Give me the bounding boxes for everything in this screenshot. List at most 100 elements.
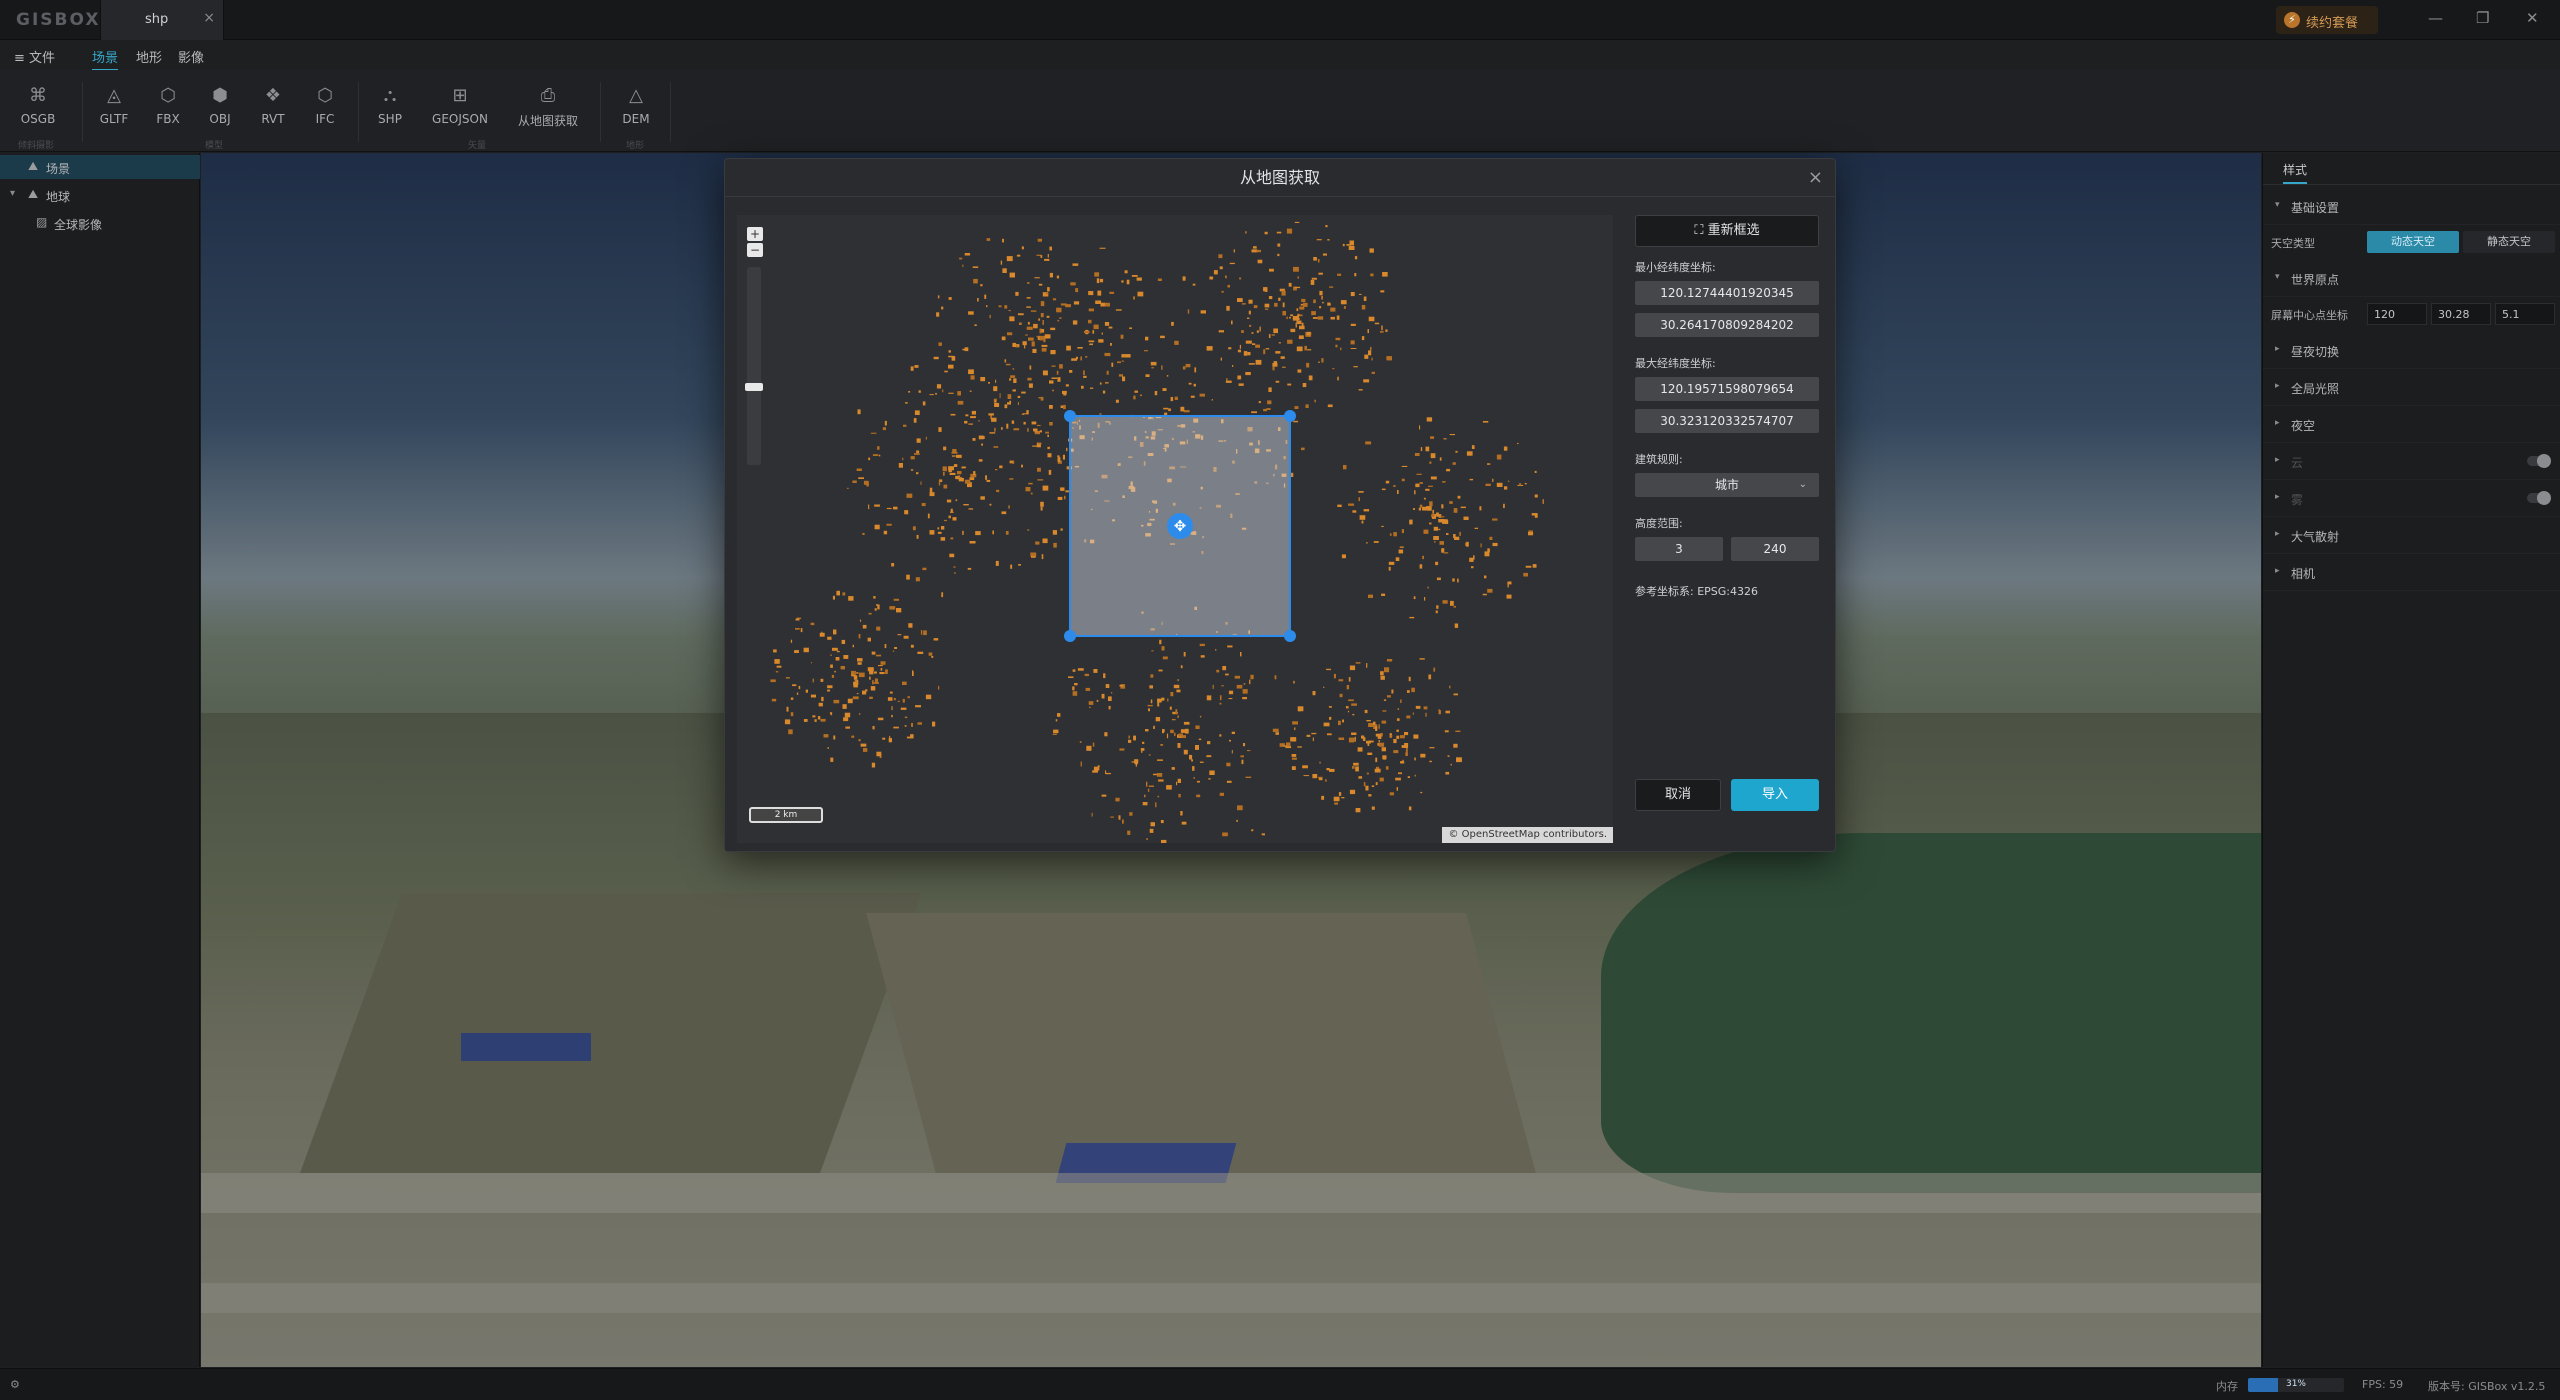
section-day-night[interactable]: ▸ 昼夜切换 bbox=[2263, 333, 2560, 369]
center-height-input[interactable]: 5.1 bbox=[2495, 303, 2555, 325]
building-footprint bbox=[1222, 832, 1228, 837]
tool-rvt[interactable]: ❖ RVT bbox=[243, 84, 303, 126]
building-footprint bbox=[1429, 461, 1432, 464]
building-footprint bbox=[879, 672, 885, 675]
section-title: 全局光照 bbox=[2291, 382, 2340, 396]
section-global-light[interactable]: ▸ 全局光照 bbox=[2263, 370, 2560, 406]
obj-icon: ⬢ bbox=[212, 85, 228, 106]
sky-dynamic-button[interactable]: 动态天空 bbox=[2367, 231, 2459, 253]
document-tab[interactable]: shp × bbox=[100, 0, 224, 40]
menu-imagery[interactable]: 影像 bbox=[178, 47, 204, 66]
height-min-field[interactable]: 3 bbox=[1635, 537, 1723, 561]
sky-static-button[interactable]: 静态天空 bbox=[2463, 231, 2555, 253]
settings-icon[interactable]: ⚙ bbox=[10, 1378, 20, 1391]
building-footprint bbox=[1101, 332, 1103, 335]
section-cloud[interactable]: ▸ 云 bbox=[2263, 444, 2560, 480]
chevron-down-icon: ▾ bbox=[2275, 272, 2280, 282]
section-atmosphere[interactable]: ▸ 大气散射 bbox=[2263, 518, 2560, 554]
building-footprint bbox=[1177, 679, 1179, 682]
section-camera[interactable]: ▸ 相机 bbox=[2263, 555, 2560, 591]
selection-box[interactable]: ✥ bbox=[1064, 410, 1296, 642]
fog-toggle[interactable] bbox=[2527, 491, 2551, 505]
building-footprint bbox=[1236, 819, 1238, 822]
tool-gltf[interactable]: ◬ GLTF bbox=[84, 84, 144, 126]
min-lon-field[interactable]: 120.12744401920345 bbox=[1635, 281, 1819, 305]
resize-handle-ne[interactable] bbox=[1284, 410, 1296, 422]
building-footprint bbox=[786, 706, 789, 712]
minimize-icon[interactable]: — bbox=[2428, 9, 2443, 27]
tree-item-earth[interactable]: ▾ ⛰ 地球 bbox=[0, 183, 200, 207]
restore-icon[interactable]: ❐ bbox=[2476, 9, 2489, 27]
cloud-toggle[interactable] bbox=[2527, 454, 2551, 468]
window-close-icon[interactable]: ✕ bbox=[2526, 9, 2539, 27]
building-footprint bbox=[1206, 346, 1213, 351]
building-footprint bbox=[1298, 335, 1304, 339]
building-rule-select[interactable]: 城市 ⌄ bbox=[1635, 473, 1819, 497]
resize-handle-se[interactable] bbox=[1284, 630, 1296, 642]
max-lat-field[interactable]: 30.323120332574707 bbox=[1635, 409, 1819, 433]
map-view[interactable]: + − ✥ 2 km © OpenStreetMap contributors. bbox=[737, 215, 1613, 843]
style-tab[interactable]: 样式 bbox=[2263, 153, 2560, 185]
reselect-button[interactable]: ⛶ 重新框选 bbox=[1635, 215, 1819, 247]
center-lat-input[interactable]: 30.28 bbox=[2431, 303, 2491, 325]
menu-scene[interactable]: 场景 bbox=[92, 47, 119, 71]
move-icon[interactable]: ✥ bbox=[1167, 513, 1193, 539]
building-footprint bbox=[1503, 503, 1505, 509]
tool-fbx[interactable]: ⬡ FBX bbox=[138, 84, 198, 126]
tool-ifc[interactable]: ⬡ IFC bbox=[295, 84, 355, 126]
section-night-sky[interactable]: ▸ 夜空 bbox=[2263, 407, 2560, 443]
tool-osgb[interactable]: ⌘ OSGB bbox=[8, 84, 68, 126]
import-button[interactable]: 导入 bbox=[1731, 779, 1819, 811]
building-footprint bbox=[1343, 306, 1346, 309]
zoom-out-button[interactable]: − bbox=[747, 243, 763, 257]
resize-handle-sw[interactable] bbox=[1064, 630, 1076, 642]
resize-handle-nw[interactable] bbox=[1064, 410, 1076, 422]
menu-file[interactable]: ≡ 文件 bbox=[14, 47, 55, 66]
building-footprint bbox=[1072, 263, 1079, 266]
building-footprint bbox=[1131, 761, 1137, 763]
tool-obj[interactable]: ⬢ OBJ bbox=[190, 84, 250, 126]
tool-geojson[interactable]: ⊞ GEOJSON bbox=[430, 84, 490, 126]
building-footprint bbox=[1169, 706, 1172, 710]
tool-fetch-from-map[interactable]: ⎙ 从地图获取 bbox=[510, 84, 586, 129]
zoom-slider[interactable] bbox=[745, 267, 763, 465]
building-footprint bbox=[1178, 733, 1183, 737]
min-lat-field[interactable]: 30.264170809284202 bbox=[1635, 313, 1819, 337]
building-footprint bbox=[1359, 515, 1366, 520]
section-fog[interactable]: ▸ 雾 bbox=[2263, 481, 2560, 517]
tab-close-icon[interactable]: × bbox=[203, 10, 215, 26]
building-footprint bbox=[995, 560, 999, 566]
chevron-down-icon[interactable]: ▾ bbox=[10, 188, 15, 199]
center-lon-input[interactable]: 120 bbox=[2367, 303, 2427, 325]
building-footprint bbox=[891, 563, 895, 567]
height-max-field[interactable]: 240 bbox=[1731, 537, 1819, 561]
tree-item-global-imagery[interactable]: ▨ 全球影像 bbox=[0, 211, 200, 235]
building-footprint bbox=[857, 662, 862, 665]
dialog-close-icon[interactable]: × bbox=[1808, 167, 1823, 188]
building-footprint bbox=[1193, 777, 1195, 779]
max-lon-field[interactable]: 120.19571598079654 bbox=[1635, 377, 1819, 401]
building-footprint bbox=[868, 504, 870, 510]
tree-item-scene[interactable]: ⛰ 场景 bbox=[0, 155, 200, 179]
building-footprint bbox=[1350, 340, 1355, 345]
cancel-button[interactable]: 取消 bbox=[1635, 779, 1721, 811]
building-footprint bbox=[970, 416, 976, 419]
building-footprint bbox=[1368, 316, 1375, 322]
map-attribution[interactable]: © OpenStreetMap contributors. bbox=[1442, 827, 1613, 843]
building-footprint bbox=[1083, 370, 1085, 375]
zoom-in-button[interactable]: + bbox=[747, 227, 763, 241]
section-world-origin[interactable]: ▾ 世界原点 bbox=[2263, 261, 2560, 297]
building-footprint bbox=[1227, 284, 1230, 288]
zoom-slider-thumb[interactable] bbox=[745, 383, 763, 391]
building-footprint bbox=[1099, 278, 1104, 283]
renew-plan-button[interactable]: ⚡ 续约套餐 bbox=[2276, 6, 2378, 34]
tool-shp[interactable]: ⛬ SHP bbox=[360, 84, 420, 126]
section-basic[interactable]: ▾ 基础设置 bbox=[2263, 189, 2560, 225]
building-footprint bbox=[916, 450, 920, 453]
tool-dem[interactable]: △ DEM bbox=[606, 84, 666, 126]
building-footprint bbox=[1348, 503, 1355, 506]
building-footprint bbox=[1200, 310, 1206, 314]
chevron-right-icon: ▸ bbox=[2275, 455, 2280, 465]
building-footprint bbox=[1174, 340, 1179, 345]
menu-terrain[interactable]: 地形 bbox=[136, 47, 162, 66]
